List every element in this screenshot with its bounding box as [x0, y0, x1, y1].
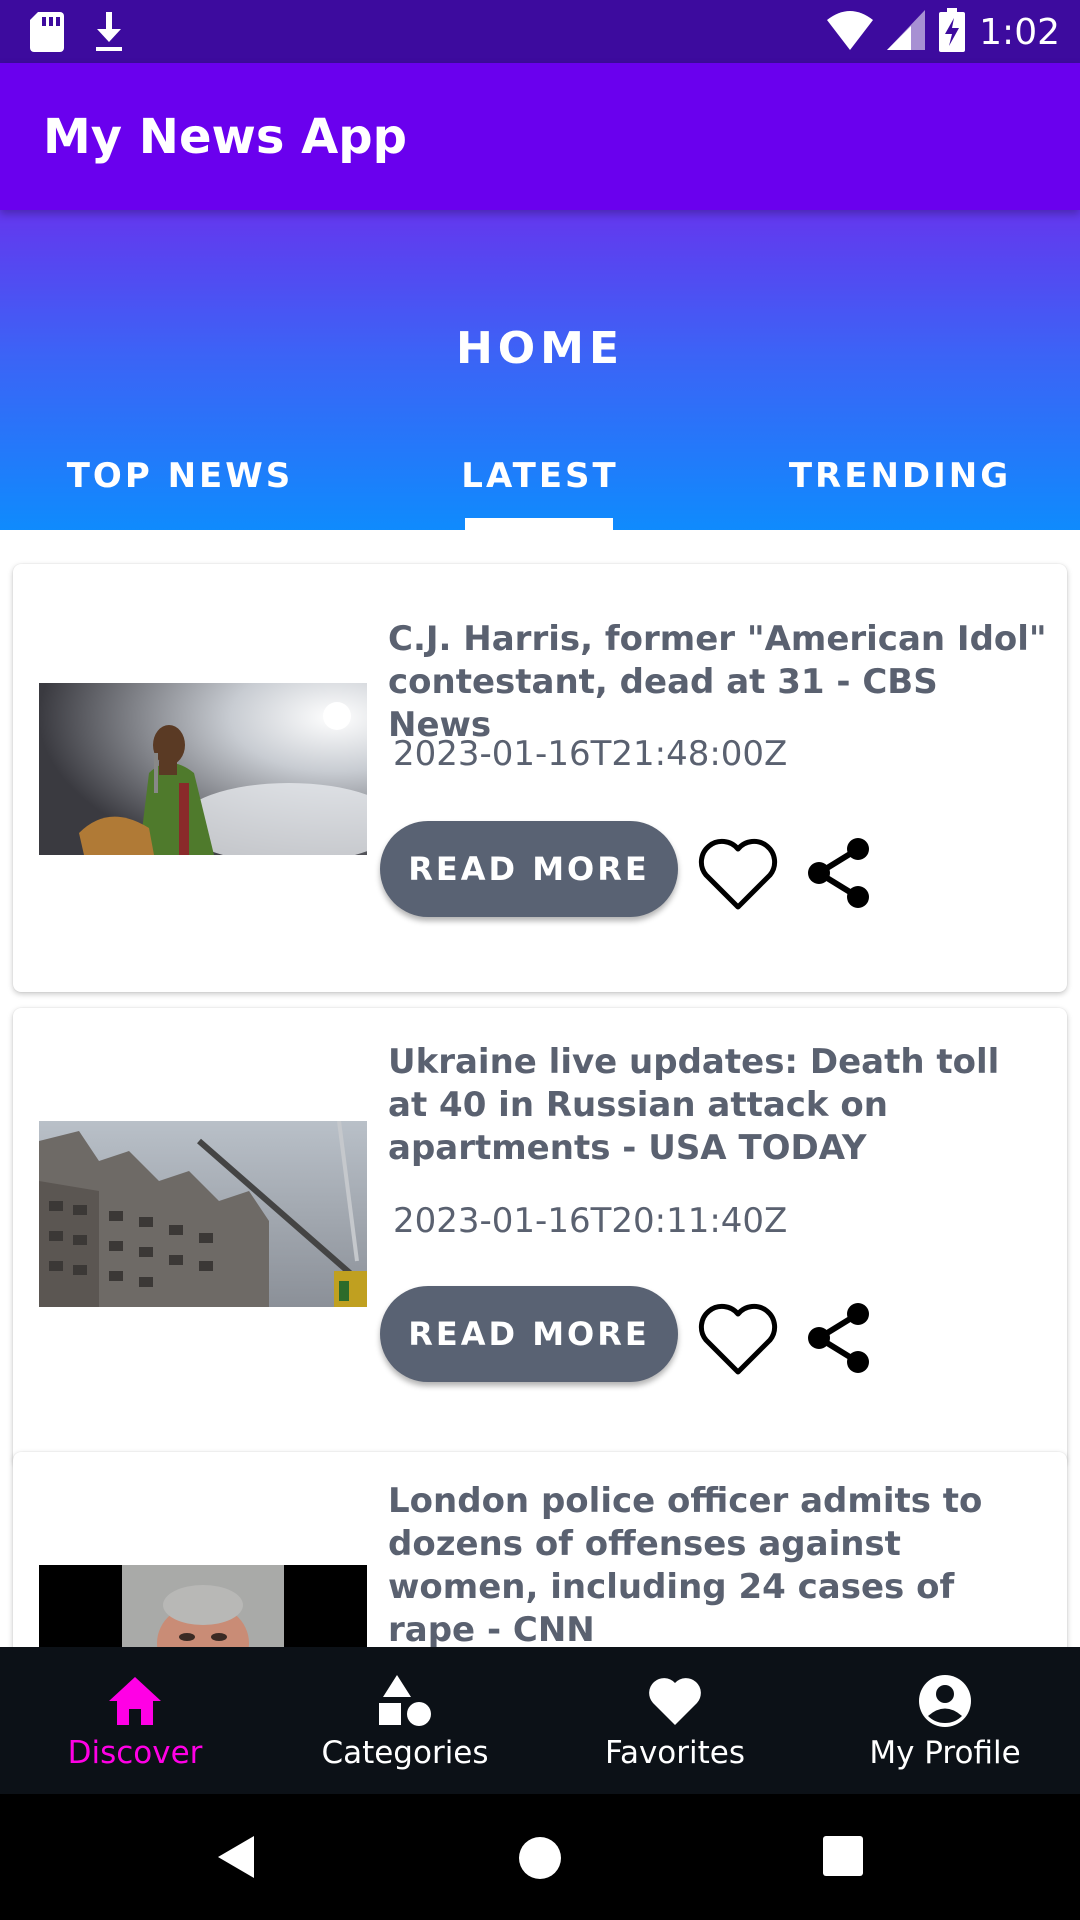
cellular-signal-icon [887, 10, 926, 55]
read-more-button[interactable]: READ MORE [380, 821, 678, 917]
tab-trending[interactable]: TRENDING [720, 442, 1080, 530]
news-card[interactable]: Ukraine live updates: Death toll at 40 i… [13, 1008, 1067, 1464]
article-headline[interactable]: London police officer admits to dozens o… [388, 1480, 1048, 1647]
page-title: HOME [455, 323, 625, 374]
active-tab-indicator [465, 518, 613, 530]
battery-charging-icon [939, 8, 966, 57]
bottom-navigation: Discover Categories Favorites My Profile [0, 1647, 1080, 1794]
heart-icon [649, 1678, 701, 1725]
favorite-heart-icon[interactable] [696, 1300, 780, 1376]
tab-label: TOP NEWS [66, 456, 294, 496]
nav-label: Categories [321, 1735, 489, 1771]
tab-latest[interactable]: LATEST [360, 442, 720, 530]
news-card[interactable]: London police officer admits to dozens o… [13, 1452, 1067, 1647]
clock-time: 1:02 [979, 12, 1060, 53]
nav-label: Favorites [604, 1735, 746, 1771]
nav-item-discover[interactable]: Discover [0, 1647, 270, 1794]
system-navigation-bar [0, 1794, 1080, 1920]
home-header: HOME TOP NEWS LATEST TRENDING [0, 210, 1080, 530]
article-headline[interactable]: C.J. Harris, former "American Idol" cont… [388, 618, 1048, 747]
app-title: My News App [43, 109, 407, 165]
favorite-heart-icon[interactable] [696, 835, 780, 911]
tab-label: TRENDING [788, 456, 1012, 496]
share-icon[interactable] [803, 1302, 875, 1374]
read-more-button[interactable]: READ MORE [380, 1286, 678, 1382]
nav-item-my-profile[interactable]: My Profile [810, 1647, 1080, 1794]
tab-bar: TOP NEWS LATEST TRENDING [0, 442, 1080, 530]
status-bar: 1:02 [0, 0, 1080, 63]
nav-item-favorites[interactable]: Favorites [540, 1647, 810, 1794]
home-circle-icon[interactable] [518, 1836, 562, 1880]
app-bar: My News App [0, 63, 1080, 210]
nav-label: My Profile [869, 1735, 1021, 1771]
article-date: 2023-01-16T21:48:00Z [393, 734, 788, 774]
article-thumbnail[interactable] [39, 1121, 367, 1307]
tab-top-news[interactable]: TOP NEWS [0, 442, 360, 530]
recents-icon[interactable] [823, 1836, 863, 1876]
sd-card-icon [30, 12, 64, 57]
share-icon[interactable] [803, 837, 875, 909]
wifi-icon [827, 10, 874, 55]
account-circle-icon [919, 1675, 971, 1727]
home-icon [109, 1677, 161, 1725]
tab-label: LATEST [461, 456, 619, 496]
categories-icon [379, 1675, 431, 1726]
nav-item-categories[interactable]: Categories [270, 1647, 540, 1794]
article-headline[interactable]: Ukraine live updates: Death toll at 40 i… [388, 1041, 1048, 1170]
news-feed[interactable]: C.J. Harris, former "American Idol" cont… [0, 530, 1080, 1647]
back-icon[interactable] [216, 1834, 256, 1880]
download-icon [94, 12, 124, 57]
news-card[interactable]: C.J. Harris, former "American Idol" cont… [13, 564, 1067, 992]
article-date: 2023-01-16T20:11:40Z [393, 1201, 788, 1241]
article-thumbnail[interactable] [39, 1565, 367, 1647]
nav-label: Discover [67, 1735, 203, 1771]
article-thumbnail[interactable] [39, 683, 367, 855]
